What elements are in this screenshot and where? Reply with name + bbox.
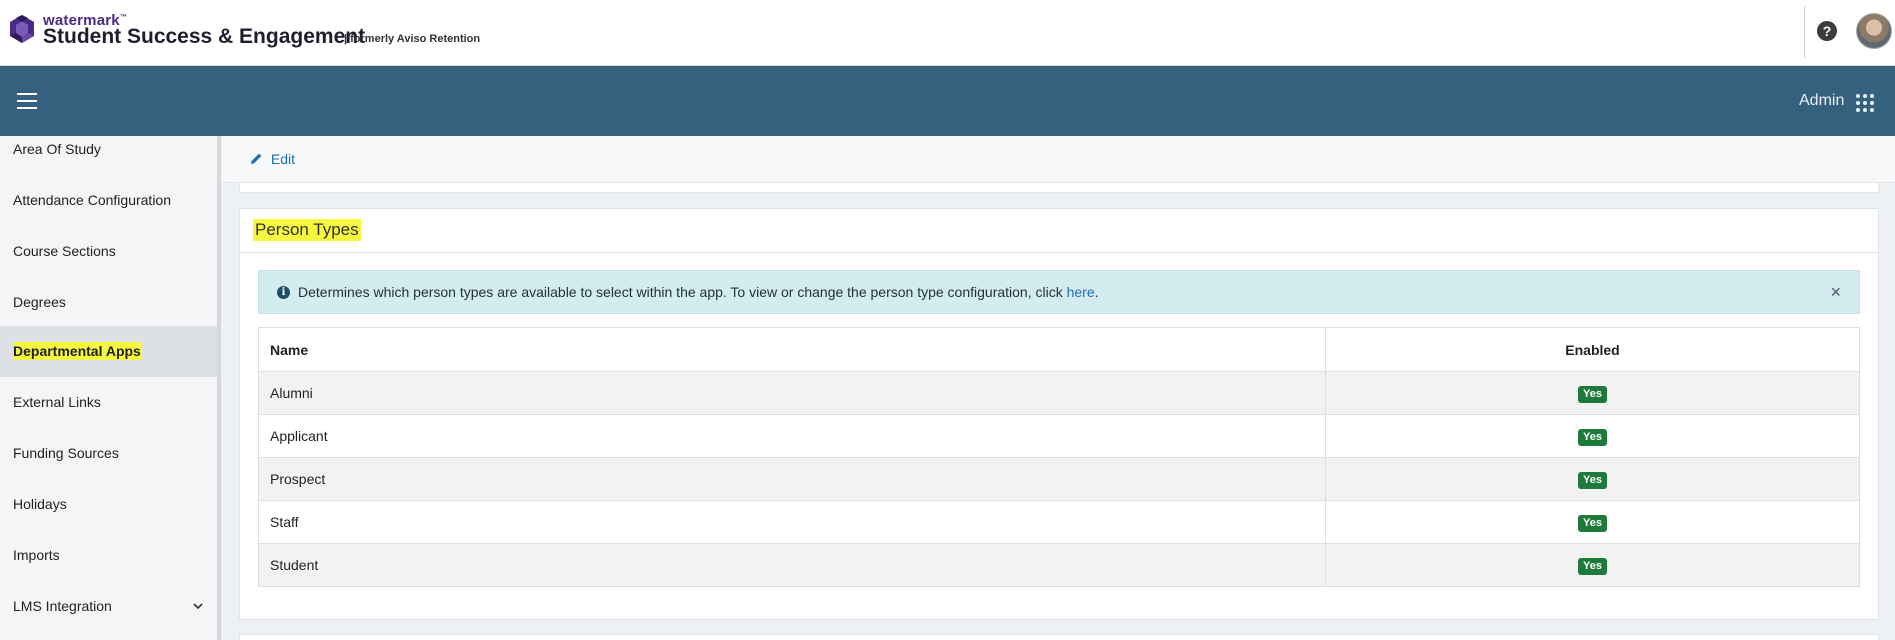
main-navbar: Admin xyxy=(0,66,1895,136)
chevron-down-icon[interactable] xyxy=(192,581,204,632)
info-alert: i Determines which person types are avai… xyxy=(258,270,1860,314)
sidebar-item-lms-integration[interactable]: LMS Integration xyxy=(0,581,217,632)
sidebar-item-external-links[interactable]: External Links xyxy=(0,377,217,428)
alert-here-link[interactable]: here xyxy=(1067,284,1095,300)
table-row: Alumni Yes xyxy=(258,371,1860,415)
edit-toolbar: Edit xyxy=(222,136,1895,183)
close-icon[interactable]: × xyxy=(1830,282,1841,302)
table-row: Staff Yes xyxy=(258,500,1860,544)
top-header: watermark™ Student Success & Engagement … xyxy=(0,0,1895,66)
enabled-badge: Yes xyxy=(1578,385,1607,403)
info-icon: i xyxy=(277,286,290,299)
sidebar-item-attendance-configuration[interactable]: Attendance Configuration xyxy=(0,175,217,226)
enabled-cell: Yes xyxy=(1325,371,1860,415)
sidebar-item-area-of-study[interactable]: Area Of Study xyxy=(0,136,217,175)
sidebar-item-funding-sources[interactable]: Funding Sources xyxy=(0,428,217,479)
watermark-logo-icon[interactable] xyxy=(6,13,38,49)
enabled-cell: Yes xyxy=(1325,543,1860,587)
table-row: Student Yes xyxy=(258,543,1860,587)
help-icon[interactable]: ? xyxy=(1817,21,1837,41)
table-header-row: Name Enabled xyxy=(258,327,1860,372)
sidebar: Area Of Study Attendance Configuration C… xyxy=(0,136,218,640)
next-card-top xyxy=(239,634,1879,640)
app-grid-icon[interactable] xyxy=(1856,94,1874,112)
enabled-cell: Yes xyxy=(1325,457,1860,501)
enabled-cell: Yes xyxy=(1325,500,1860,544)
person-type-name: Staff xyxy=(258,500,1326,544)
brand-subtitle: | formerly Aviso Retention xyxy=(344,33,481,45)
sidebar-item-course-sections[interactable]: Course Sections xyxy=(0,226,217,277)
enabled-badge: Yes xyxy=(1578,428,1607,446)
person-types-table: Name Enabled Alumni Yes Applicant Yes Pr… xyxy=(258,327,1860,587)
sidebar-item-imports[interactable]: Imports xyxy=(0,530,217,581)
hamburger-menu-icon[interactable] xyxy=(17,93,37,109)
enabled-badge: Yes xyxy=(1578,557,1607,575)
card-header: Person Types xyxy=(240,209,1878,253)
alert-text: Determines which person types are availa… xyxy=(298,284,1099,300)
edit-button[interactable]: Edit xyxy=(250,151,295,167)
person-type-name: Student xyxy=(258,543,1326,587)
user-avatar[interactable] xyxy=(1856,13,1892,49)
admin-menu-label[interactable]: Admin xyxy=(1799,92,1844,110)
sidebar-item-degrees[interactable]: Degrees xyxy=(0,277,217,328)
card-title: Person Types xyxy=(253,219,361,241)
enabled-badge: Yes xyxy=(1578,514,1607,532)
enabled-badge: Yes xyxy=(1578,471,1607,489)
sidebar-scrollbar[interactable] xyxy=(217,136,221,640)
sidebar-item-holidays[interactable]: Holidays xyxy=(0,479,217,530)
person-types-card: Person Types i Determines which person t… xyxy=(239,208,1879,620)
enabled-cell: Yes xyxy=(1325,414,1860,458)
sidebar-item-departmental-apps[interactable]: Departmental Apps xyxy=(0,326,217,377)
table-row: Applicant Yes xyxy=(258,414,1860,458)
main-content: Edit Person Types i Determines which per… xyxy=(222,136,1895,640)
person-type-name: Applicant xyxy=(258,414,1326,458)
pencil-icon xyxy=(251,153,262,164)
column-header-enabled[interactable]: Enabled xyxy=(1325,327,1860,372)
person-type-name: Alumni xyxy=(258,371,1326,415)
person-type-name: Prospect xyxy=(258,457,1326,501)
table-row: Prospect Yes xyxy=(258,457,1860,501)
header-divider xyxy=(1804,6,1805,58)
brand-product-name: Student Success & Engagement xyxy=(43,25,366,48)
previous-card-bottom xyxy=(239,183,1879,193)
column-header-name[interactable]: Name xyxy=(258,327,1326,372)
